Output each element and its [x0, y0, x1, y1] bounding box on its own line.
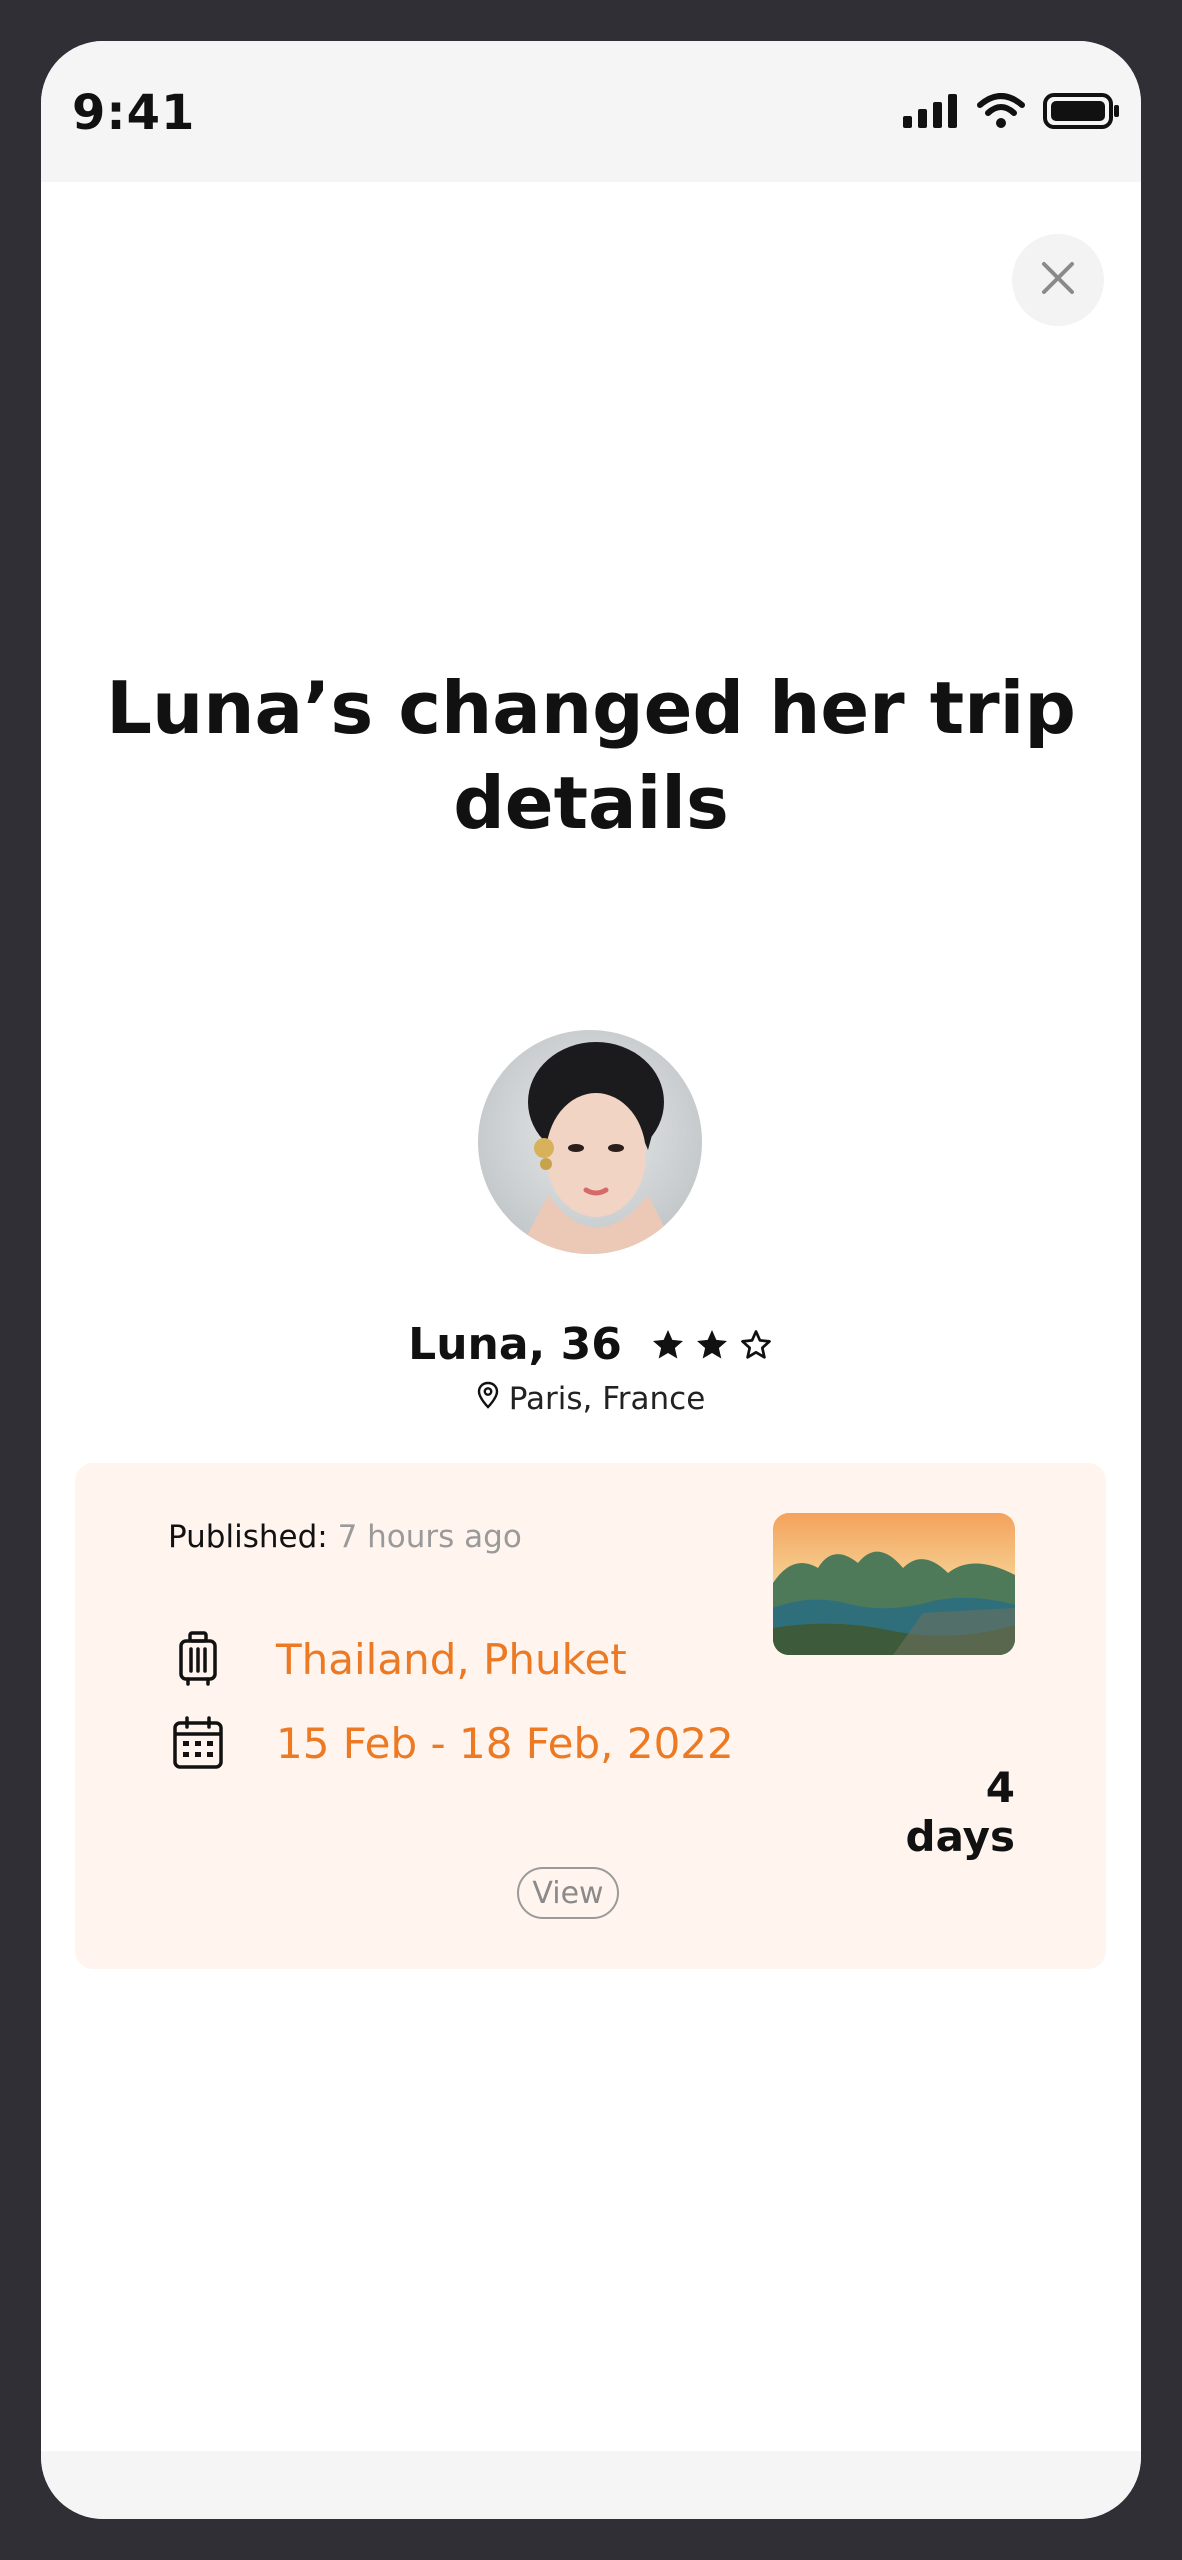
location-text: Paris, France [508, 1381, 706, 1417]
profile-name-age: Luna, 36 [408, 1319, 622, 1370]
star-outline-icon [740, 1329, 771, 1359]
rating-stars [650, 1327, 774, 1363]
star-filled-icon [696, 1329, 727, 1358]
close-icon [1038, 258, 1078, 302]
close-button[interactable] [1012, 234, 1104, 326]
trip-duration: 4 days [905, 1763, 1016, 1861]
wifi-icon [977, 93, 1025, 133]
trip-thumbnail[interactable] [773, 1513, 1015, 1655]
published-time: 7 hours ago [337, 1519, 522, 1555]
luggage-icon [168, 1629, 228, 1689]
published-info: Published: 7 hours ago [168, 1519, 522, 1555]
published-label: Published: [168, 1519, 328, 1555]
avatar [478, 1030, 702, 1254]
battery-icon [1043, 93, 1121, 133]
status-icons [903, 93, 1121, 133]
destination-row: Thailand, Phuket [168, 1629, 627, 1689]
dates-text: 15 Feb - 18 Feb, 2022 [276, 1718, 734, 1768]
map-pin-icon [477, 1381, 499, 1417]
destination-text: Thailand, Phuket [276, 1634, 627, 1684]
page-title: Luna’s changed her trip details [106, 666, 1076, 845]
view-button[interactable]: View [517, 1867, 619, 1919]
status-time: 9:41 [72, 85, 196, 141]
status-bar: 9:41 [41, 41, 1141, 182]
cellular-signal-icon [903, 94, 959, 132]
bottom-bar [41, 2451, 1141, 2519]
star-filled-icon [652, 1329, 683, 1358]
phone-screen: 9:41 Luna’s changed her trip details Lun… [41, 41, 1141, 2519]
profile-header: Luna, 36 [41, 1319, 1141, 1370]
dates-row: 15 Feb - 18 Feb, 2022 [168, 1713, 734, 1773]
profile-location: Paris, France [41, 1381, 1141, 1417]
calendar-icon [168, 1713, 228, 1773]
trip-card: Published: 7 hours ago Thailand, Phuket … [75, 1463, 1106, 1969]
